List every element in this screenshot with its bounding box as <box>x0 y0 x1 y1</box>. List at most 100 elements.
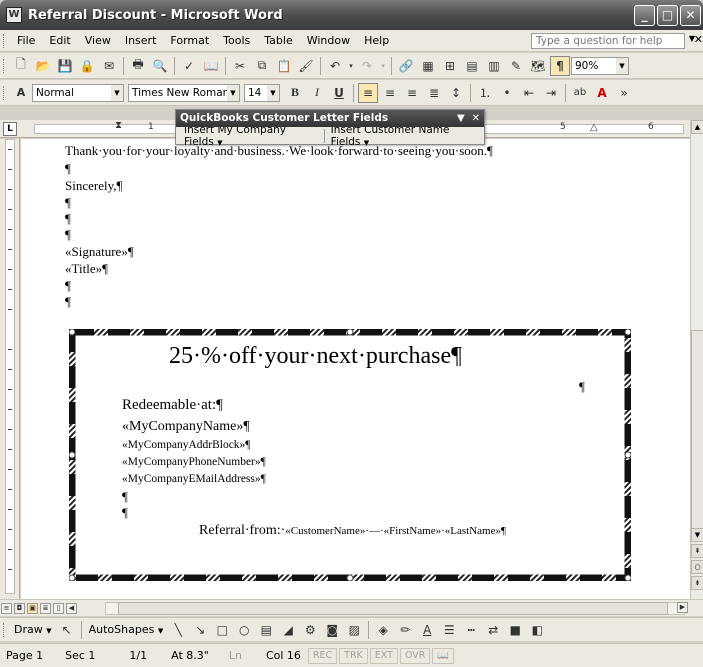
toolbar-options-icon[interactable]: ▼ <box>457 113 465 124</box>
numbering-icon[interactable]: ⒈ <box>475 83 495 103</box>
tab-selector[interactable]: L <box>3 122 17 136</box>
oval-icon[interactable]: ○ <box>234 620 254 640</box>
chevron-down-icon[interactable]: ▼ <box>227 84 239 101</box>
undo-dropdown-icon[interactable]: ▾ <box>347 56 355 76</box>
text-box-icon[interactable]: ▤ <box>256 620 276 640</box>
styles-formatting-icon[interactable]: A <box>11 83 31 103</box>
font-select[interactable]: Times New Roman ▼ <box>128 83 240 102</box>
menu-edit[interactable]: Edit <box>42 34 77 47</box>
menu-file[interactable]: File <box>10 34 42 47</box>
line-style-icon[interactable]: ☰ <box>439 620 459 640</box>
horizontal-scroll-thumb[interactable] <box>118 602 668 615</box>
rectangle-icon[interactable]: □ <box>212 620 232 640</box>
copy-icon[interactable]: ⧉ <box>252 56 272 76</box>
highlight-icon[interactable]: ab <box>570 83 590 103</box>
research-icon[interactable]: 📖 <box>201 56 221 76</box>
draw-menu-button[interactable]: Draw ▼ <box>10 623 56 636</box>
print-layout-icon[interactable]: ▣ <box>27 602 38 614</box>
close-document-icon[interactable]: ✕ <box>694 33 703 46</box>
normal-view-icon[interactable]: ≡ <box>1 602 12 614</box>
maximize-button[interactable]: □ <box>657 4 678 26</box>
scroll-down-icon[interactable]: ▼ <box>691 528 703 542</box>
justify-icon[interactable]: ≣ <box>424 83 444 103</box>
arrow-style-icon[interactable]: ⇄ <box>483 620 503 640</box>
new-document-icon[interactable]: 🗋 <box>11 56 31 76</box>
redo-icon[interactable]: ↷ <box>357 56 377 76</box>
close-icon[interactable]: ✕ <box>472 113 480 124</box>
toolbar-grip[interactable] <box>3 58 6 73</box>
vertical-ruler[interactable] <box>0 139 20 599</box>
chevron-down-icon[interactable]: ▼ <box>267 84 279 101</box>
chevron-down-icon[interactable]: ▼ <box>111 84 123 101</box>
font-color-icon[interactable]: A <box>417 620 437 640</box>
outline-view-icon[interactable]: ≣ <box>40 602 51 614</box>
document-map-icon[interactable]: 🗺 <box>528 56 548 76</box>
decrease-indent-icon[interactable]: ⇤ <box>519 83 539 103</box>
select-objects-icon[interactable]: ↖ <box>57 620 77 640</box>
menu-format[interactable]: Format <box>163 34 216 47</box>
coupon-box[interactable]: 25·%·off·your·next·purchase¶ ¶ Redeemabl… <box>69 329 631 581</box>
redo-dropdown-icon[interactable]: ▾ <box>379 56 387 76</box>
scroll-right-icon[interactable]: ▶ <box>677 602 688 613</box>
picture-icon[interactable]: ▨ <box>344 620 364 640</box>
close-button[interactable]: ✕ <box>680 4 701 26</box>
increase-indent-icon[interactable]: ⇥ <box>541 83 561 103</box>
print-preview-icon[interactable]: 🔍 <box>150 56 170 76</box>
line-color-icon[interactable]: ✏ <box>395 620 415 640</box>
insert-customer-fields-button[interactable]: Insert Customer Name Fields ▼ <box>327 124 484 148</box>
toolbar-options-icon[interactable]: » <box>614 83 634 103</box>
toolbar-grip[interactable] <box>3 85 6 100</box>
print-icon[interactable]: 🖶 <box>128 56 148 76</box>
autoshapes-menu-button[interactable]: AutoShapes ▼ <box>85 623 168 636</box>
font-size-select[interactable]: 14 ▼ <box>244 83 280 102</box>
menu-tools[interactable]: Tools <box>216 34 257 47</box>
align-left-icon[interactable]: ≡ <box>358 82 378 103</box>
quickbooks-fields-toolbar[interactable]: QuickBooks Customer Letter Fields ▼ ✕ In… <box>175 109 485 148</box>
status-ovr[interactable]: OVR <box>399 647 431 664</box>
bullets-icon[interactable]: • <box>497 83 517 103</box>
line-spacing-icon[interactable]: ↕ <box>446 83 466 103</box>
save-icon[interactable]: 💾 <box>55 56 75 76</box>
cut-icon[interactable]: ✂ <box>230 56 250 76</box>
wordart-icon[interactable]: ◢ <box>278 620 298 640</box>
toolbar-grip[interactable] <box>3 33 6 48</box>
drawing-icon[interactable]: ✎ <box>506 56 526 76</box>
undo-icon[interactable]: ↶ <box>325 56 345 76</box>
bold-icon[interactable]: B <box>285 83 305 103</box>
vertical-scroll-thumb[interactable] <box>691 330 703 530</box>
previous-page-icon[interactable]: ⇞ <box>691 544 703 558</box>
insert-company-fields-button[interactable]: Insert My Company Fields ▼ <box>180 124 322 148</box>
reading-layout-icon[interactable]: ▯ <box>53 602 64 614</box>
format-painter-icon[interactable]: 🖌 <box>296 56 316 76</box>
align-center-icon[interactable]: ≡ <box>380 83 400 103</box>
permission-icon[interactable]: 🔒 <box>77 56 97 76</box>
menu-insert[interactable]: Insert <box>118 34 164 47</box>
hyperlink-icon[interactable]: 🔗 <box>396 56 416 76</box>
show-hide-icon[interactable]: ¶ <box>550 55 570 76</box>
scroll-up-icon[interactable]: ▲ <box>691 120 703 134</box>
chevron-down-icon[interactable]: ▼ <box>616 57 628 74</box>
qb-toolbar-title-bar[interactable]: QuickBooks Customer Letter Fields ▼ ✕ <box>176 110 484 127</box>
line-icon[interactable]: ╲ <box>168 620 188 640</box>
insert-excel-icon[interactable]: ▤ <box>462 56 482 76</box>
paste-icon[interactable]: 📋 <box>274 56 294 76</box>
spelling-status-icon[interactable]: 📖 <box>432 647 455 664</box>
fill-color-icon[interactable]: ◈ <box>373 620 393 640</box>
menu-table[interactable]: Table <box>257 34 299 47</box>
tables-borders-icon[interactable]: ▦ <box>418 56 438 76</box>
document-page[interactable]: Thank·you·for·your·loyalty·and·business.… <box>21 139 690 599</box>
zoom-select[interactable]: 90% ▼ <box>571 56 629 75</box>
next-page-icon[interactable]: ⇟ <box>691 576 703 590</box>
open-icon[interactable]: 📂 <box>33 56 53 76</box>
vertical-scrollbar[interactable]: ▲ ▼ ⇞ ○ ⇟ <box>690 120 703 599</box>
status-rec[interactable]: REC <box>307 647 338 664</box>
email-icon[interactable]: ✉ <box>99 56 119 76</box>
arrow-icon[interactable]: ↘ <box>190 620 210 640</box>
diagram-icon[interactable]: ⚙ <box>300 620 320 640</box>
web-layout-icon[interactable]: ◘ <box>14 602 25 614</box>
right-indent-marker-icon[interactable]: △ <box>590 122 598 133</box>
toolbar-grip[interactable] <box>3 622 6 637</box>
style-select[interactable]: Normal ▼ <box>32 83 124 102</box>
minimize-button[interactable]: _ <box>634 4 655 26</box>
status-ext[interactable]: EXT <box>369 647 398 664</box>
